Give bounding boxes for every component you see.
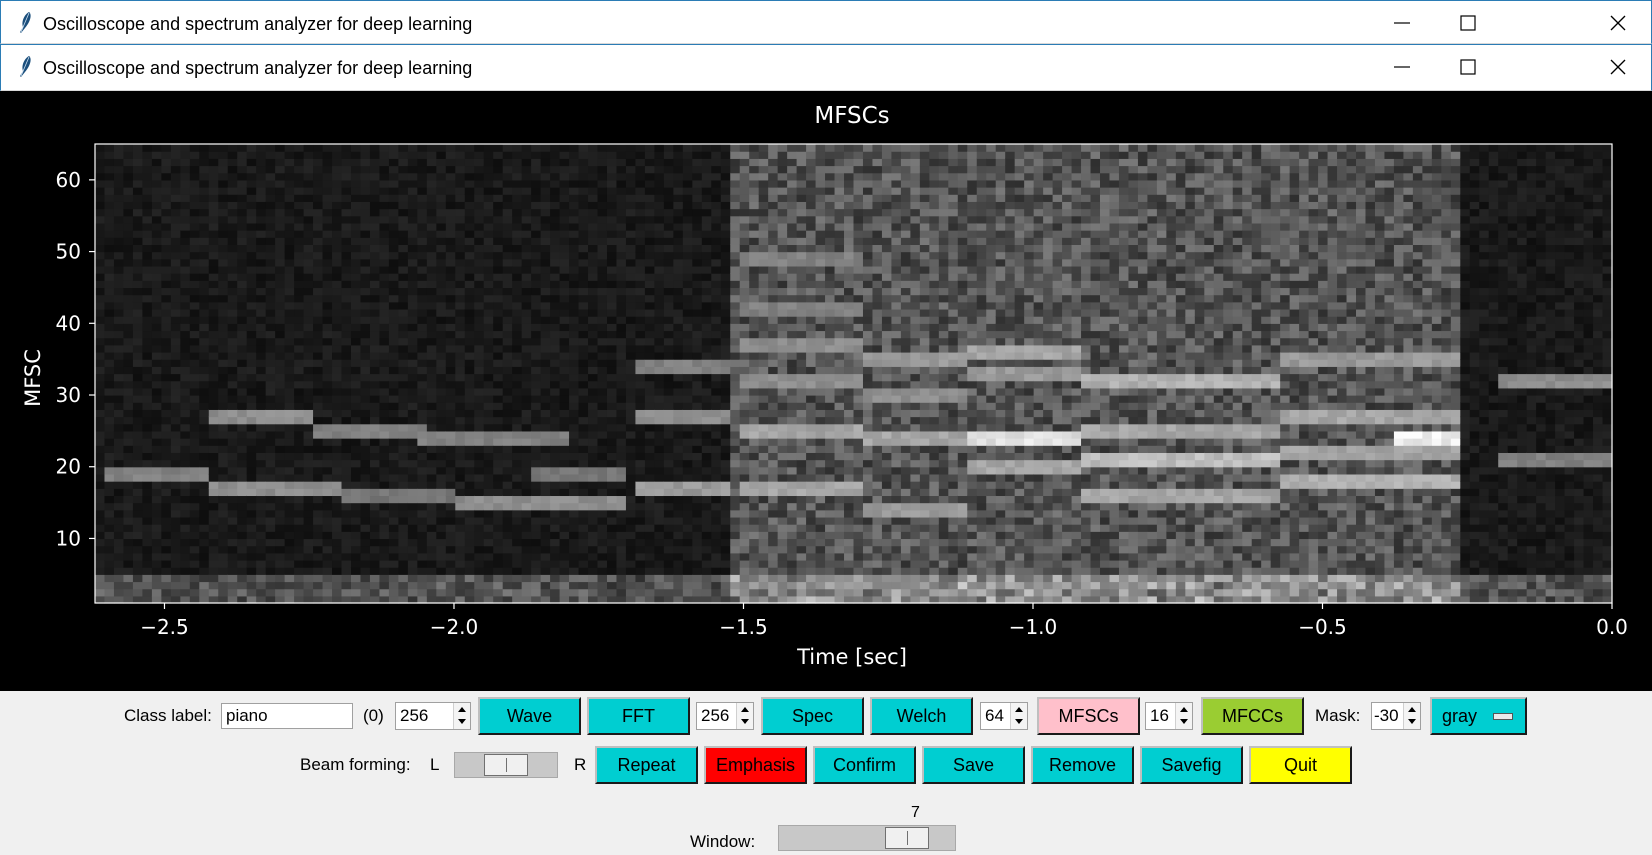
maximize-button[interactable]: [1445, 51, 1491, 83]
remove-button[interactable]: Remove: [1031, 746, 1134, 784]
spinbox-value: 16: [1150, 706, 1169, 725]
x-tick-label: −2.5: [140, 615, 189, 639]
fft-button[interactable]: FFT: [587, 697, 690, 735]
beam-forming-slider[interactable]: [454, 752, 558, 778]
chart-title: MFSCs: [814, 103, 889, 129]
emphasis-button[interactable]: Emphasis: [704, 746, 807, 784]
maximize-button[interactable]: [1445, 7, 1491, 39]
x-tick-label: −1.0: [1009, 615, 1058, 639]
spinbox-value: 256: [400, 706, 428, 725]
slider-thumb[interactable]: [885, 827, 929, 849]
mfcc-spinbox[interactable]: 16: [1145, 702, 1193, 730]
close-icon: [1610, 15, 1626, 31]
arrow-up-icon[interactable]: [1180, 707, 1188, 712]
x-tick-label: −1.5: [719, 615, 768, 639]
slider-thumb[interactable]: [484, 754, 528, 776]
y-tick-label: 60: [56, 168, 81, 192]
wave-button[interactable]: Wave: [478, 697, 581, 735]
colormap-menubutton[interactable]: gray: [1430, 697, 1527, 735]
spec-button[interactable]: Spec: [761, 697, 864, 735]
arrow-down-icon[interactable]: [741, 719, 749, 724]
maximize-icon: [1460, 15, 1476, 31]
arrow-up-icon[interactable]: [458, 707, 466, 712]
x-tick-label: 0.0: [1596, 615, 1628, 639]
window-titlebar[interactable]: Oscilloscope and spectrum analyzer for d…: [0, 0, 1652, 44]
y-tick-label: 10: [56, 526, 81, 550]
class-label-text: Class label:: [124, 703, 212, 729]
maximize-icon: [1460, 59, 1476, 75]
spinbox-arrows[interactable]: [1403, 703, 1420, 729]
save-button[interactable]: Save: [922, 746, 1025, 784]
repeat-button[interactable]: Repeat: [595, 746, 698, 784]
spinbox-value: -30: [1374, 706, 1399, 725]
class-label-input[interactable]: piano: [221, 703, 353, 729]
savefig-button[interactable]: Savefig: [1140, 746, 1243, 784]
spinbox-arrows[interactable]: [736, 703, 753, 729]
y-tick-label: 20: [56, 455, 81, 479]
close-button[interactable]: [1595, 51, 1641, 83]
welch-button[interactable]: Welch: [870, 697, 973, 735]
arrow-down-icon[interactable]: [1180, 719, 1188, 724]
beam-forming-label: Beam forming:: [300, 752, 411, 778]
welch-spinbox[interactable]: 64: [980, 702, 1028, 730]
mask-spinbox[interactable]: -30: [1371, 702, 1421, 730]
close-button[interactable]: [1595, 7, 1641, 39]
y-tick-label: 30: [56, 383, 81, 407]
plot-canvas: MFSCs Time [sec] MFSC −2.5 −2.0 −1.5 −1.0 −0…: [0, 91, 1652, 691]
samples-spinbox[interactable]: 256: [395, 702, 471, 730]
arrow-up-icon[interactable]: [1408, 707, 1416, 712]
minimize-button[interactable]: [1379, 7, 1425, 39]
arrow-down-icon[interactable]: [458, 719, 466, 724]
window-scale-label: Window:: [690, 829, 755, 855]
confirm-button[interactable]: Confirm: [813, 746, 916, 784]
minimize-icon: [1394, 15, 1410, 31]
window-scale-value: 7: [911, 800, 920, 826]
arrow-down-icon[interactable]: [1015, 719, 1023, 724]
x-tick-label: −2.0: [430, 615, 479, 639]
window-title: Oscilloscope and spectrum analyzer for d…: [43, 58, 472, 79]
spinbox-arrows[interactable]: [1010, 703, 1027, 729]
minimize-icon: [1394, 59, 1410, 75]
mask-label: Mask:: [1315, 703, 1360, 729]
y-tick-label: 50: [56, 240, 81, 264]
feather-icon: [17, 11, 33, 35]
spinbox-arrows[interactable]: [453, 703, 470, 729]
class-index-text: (0): [363, 703, 384, 729]
arrow-up-icon[interactable]: [741, 707, 749, 712]
feather-icon: [17, 55, 33, 79]
spinbox-value: 256: [701, 706, 729, 725]
spinbox-value: 64: [985, 706, 1004, 725]
mfccs-button[interactable]: MFCCs: [1201, 697, 1304, 735]
heatmap-cells: [95, 144, 1613, 604]
window-title: Oscilloscope and spectrum analyzer for d…: [43, 14, 472, 35]
y-axis-label: MFSC: [21, 349, 45, 407]
arrow-down-icon[interactable]: [1408, 719, 1416, 724]
spinbox-arrows[interactable]: [1175, 703, 1192, 729]
beam-right-label: R: [574, 752, 586, 778]
minimize-button[interactable]: [1379, 51, 1425, 83]
x-axis-label: Time [sec]: [796, 645, 907, 669]
menu-indicator-icon: [1493, 713, 1513, 720]
beam-left-label: L: [430, 752, 439, 778]
quit-button[interactable]: Quit: [1249, 746, 1352, 784]
mfsc-spectrogram-chart: MFSCs Time [sec] MFSC −2.5 −2.0 −1.5 −1.0 −0…: [0, 91, 1652, 691]
colormap-value: gray: [1442, 706, 1477, 727]
fft-size-spinbox[interactable]: 256: [696, 702, 754, 730]
x-tick-label: −0.5: [1298, 615, 1347, 639]
arrow-up-icon[interactable]: [1015, 707, 1023, 712]
close-icon: [1610, 59, 1626, 75]
y-tick-label: 40: [56, 311, 81, 335]
mfscs-button[interactable]: MFSCs: [1037, 697, 1140, 735]
window-titlebar[interactable]: Oscilloscope and spectrum analyzer for d…: [0, 44, 1652, 91]
window-scale-slider[interactable]: [778, 825, 956, 851]
